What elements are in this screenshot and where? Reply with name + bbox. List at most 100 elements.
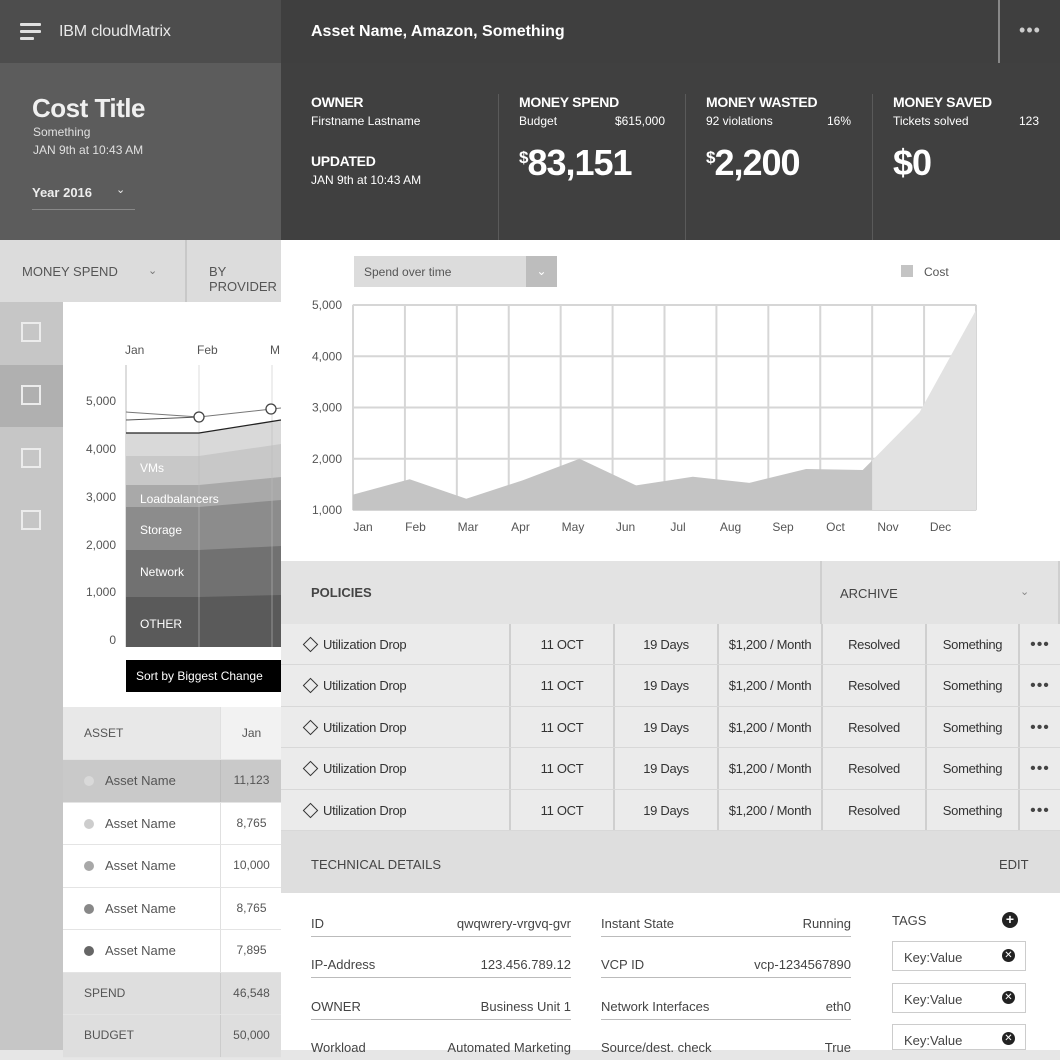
money-wasted-value: $2,200 — [706, 142, 851, 184]
filter-bar: MONEY SPEND ⌄ BY PROVIDER — [0, 240, 281, 302]
detail-key: ID — [311, 916, 324, 931]
detail-key: VCP ID — [601, 957, 645, 972]
money-spend-label: MONEY SPEND — [22, 264, 118, 279]
money-spend-value: $83,151 — [519, 142, 665, 184]
year-dropdown[interactable]: Year 2016 ⌄ — [32, 183, 135, 210]
x-tick-label: Oct — [826, 520, 845, 534]
x-tick-label: Jul — [670, 520, 685, 534]
tickets-value: 123 — [1018, 114, 1039, 128]
money-spend-dropdown[interactable]: MONEY SPEND ⌄ — [0, 240, 187, 302]
detail-value: vcp-1234567890 — [754, 957, 851, 972]
detail-ip-address: IP-Address 123.456.789.12 — [311, 937, 571, 978]
policy-status: Resolved — [821, 624, 925, 665]
budget-total-row: BUDGET 50,000 — [63, 1015, 281, 1058]
x-tick-label: Dec — [930, 520, 951, 534]
owner-column: OWNER Firstname Lastname UPDATED JAN 9th… — [281, 94, 499, 240]
asset-name: Asset Name — [105, 858, 176, 873]
policy-name: Utilization Drop — [323, 802, 407, 818]
asset-dot — [84, 818, 94, 829]
money-saved-label: MONEY SAVED — [893, 94, 992, 110]
edit-button[interactable]: EDIT — [999, 857, 1029, 872]
detail-value: Running — [802, 916, 851, 931]
band-label-network: Network — [140, 565, 185, 579]
money-wasted-label: MONEY WASTED — [706, 94, 818, 110]
band-label-storage: Storage — [140, 523, 183, 537]
row-more-icon[interactable]: ••• — [1018, 665, 1060, 706]
money-saved-value: $0 — [893, 142, 932, 183]
policy-row[interactable]: Utilization Drop 11 OCT 19 Days $1,200 /… — [281, 665, 1060, 707]
x-tick-label: Jun — [616, 520, 635, 534]
rail-checkbox[interactable] — [21, 385, 41, 405]
policy-name: Utilization Drop — [323, 719, 407, 735]
table-row[interactable]: Asset Name 10,000 — [63, 845, 281, 888]
remove-tag-icon[interactable]: ✕ — [1002, 991, 1015, 1004]
policy-extra: Something — [925, 748, 1018, 789]
archive-dropdown[interactable]: ARCHIVE ⌄ — [820, 561, 1060, 624]
updated-label: UPDATED — [311, 153, 376, 169]
menu-icon[interactable] — [20, 23, 41, 41]
left-chart-y-tick: 2,000 — [85, 538, 116, 552]
by-provider-tab[interactable]: BY PROVIDER — [209, 264, 281, 294]
policy-row[interactable]: Utilization Drop 11 OCT 19 Days $1,200 /… — [281, 748, 1060, 790]
add-tag-icon[interactable]: + — [1002, 912, 1018, 928]
jan-column-header: Jan — [220, 707, 282, 759]
violations-percent: 16% — [826, 114, 851, 128]
x-tick-label: Apr — [511, 520, 530, 534]
more-menu-icon[interactable]: ••• — [998, 0, 1060, 63]
policy-duration: 19 Days — [613, 624, 717, 665]
policy-row[interactable]: Utilization Drop 11 OCT 19 Days $1,200 /… — [281, 789, 1060, 831]
policy-row[interactable]: Utilization Drop 11 OCT 19 Days $1,200 /… — [281, 624, 1060, 666]
detail-value: Business Unit 1 — [480, 999, 571, 1014]
money-spend-block: MONEY SPEND Budget $615,000 $83,151 — [519, 94, 665, 184]
table-row[interactable]: Asset Name 8,765 — [63, 802, 281, 845]
table-row[interactable]: Asset Name 11,123 — [63, 760, 281, 803]
policy-status: Resolved — [821, 706, 925, 748]
rail-checkbox[interactable] — [21, 448, 41, 468]
policy-extra: Something — [925, 624, 1018, 665]
detail-key: Source/dest. check — [601, 1040, 712, 1055]
budget-value: $615,000 — [614, 114, 665, 128]
money-saved-column: MONEY SAVED Tickets solved 123 $0 — [872, 94, 1060, 240]
tag-chip[interactable]: Key:Value ✕ — [892, 941, 1026, 971]
policy-status: Resolved — [821, 789, 925, 830]
asset-title: Asset Name, Amazon, Something — [311, 23, 565, 40]
asset-table: ASSET Jan Asset Name 11,123 Asset Name 8… — [63, 707, 282, 1058]
chevron-down-icon: ⌄ — [116, 184, 126, 196]
y-tick-label: 3,000 — [312, 401, 342, 415]
detail-network-interfaces: Network Interfaces eth0 — [601, 979, 851, 1020]
x-tick-label: Jan — [353, 520, 372, 534]
updated-value: JAN 9th at 10:43 AM — [311, 173, 422, 187]
diamond-icon — [302, 636, 319, 653]
detail-key: OWNER — [311, 999, 361, 1014]
row-more-icon[interactable]: ••• — [1018, 748, 1060, 789]
asset-value: 8,765 — [220, 887, 282, 929]
policy-row[interactable]: Utilization Drop 11 OCT 19 Days $1,200 /… — [281, 706, 1060, 749]
updated-block: UPDATED JAN 9th at 10:43 AM — [311, 153, 421, 187]
policy-status: Resolved — [821, 748, 925, 789]
table-row[interactable]: Asset Name 8,765 — [63, 887, 282, 930]
policy-duration: 19 Days — [613, 748, 717, 789]
tag-chip[interactable]: Key:Value ✕ — [892, 1024, 1026, 1050]
detail-key: Instant State — [601, 916, 674, 931]
detail-workload: Workload Automated Marketing — [311, 1020, 571, 1060]
rail-checkbox[interactable] — [21, 322, 41, 342]
money-spend-sub: Budget $615,000 — [519, 114, 665, 128]
row-more-icon[interactable]: ••• — [1018, 624, 1060, 665]
y-tick-label: 5,000 — [312, 298, 342, 312]
table-row[interactable]: Asset Name 7,895 — [63, 930, 281, 973]
owner-block: OWNER Firstname Lastname — [311, 94, 420, 128]
remove-tag-icon[interactable]: ✕ — [1002, 1032, 1015, 1045]
asset-dot — [84, 946, 94, 956]
owner-label: OWNER — [311, 94, 364, 110]
row-more-icon[interactable]: ••• — [1018, 789, 1060, 830]
detail-key: IP-Address — [311, 957, 376, 972]
cost-date: JAN 9th at 10:43 AM — [33, 143, 144, 157]
rail-checkbox[interactable] — [21, 510, 41, 530]
detail-id: ID qwqwrery-vrgvq-gvr — [311, 896, 571, 937]
tag-chip[interactable]: Key:Value ✕ — [892, 983, 1026, 1013]
asset-name: Asset Name — [105, 815, 176, 831]
row-more-icon[interactable]: ••• — [1018, 706, 1060, 748]
sort-biggest-change-button[interactable]: Sort by Biggest Change — [126, 660, 281, 692]
remove-tag-icon[interactable]: ✕ — [1002, 949, 1015, 962]
money-wasted-block: MONEY WASTED 92 violations 16% $2,200 — [706, 94, 851, 184]
